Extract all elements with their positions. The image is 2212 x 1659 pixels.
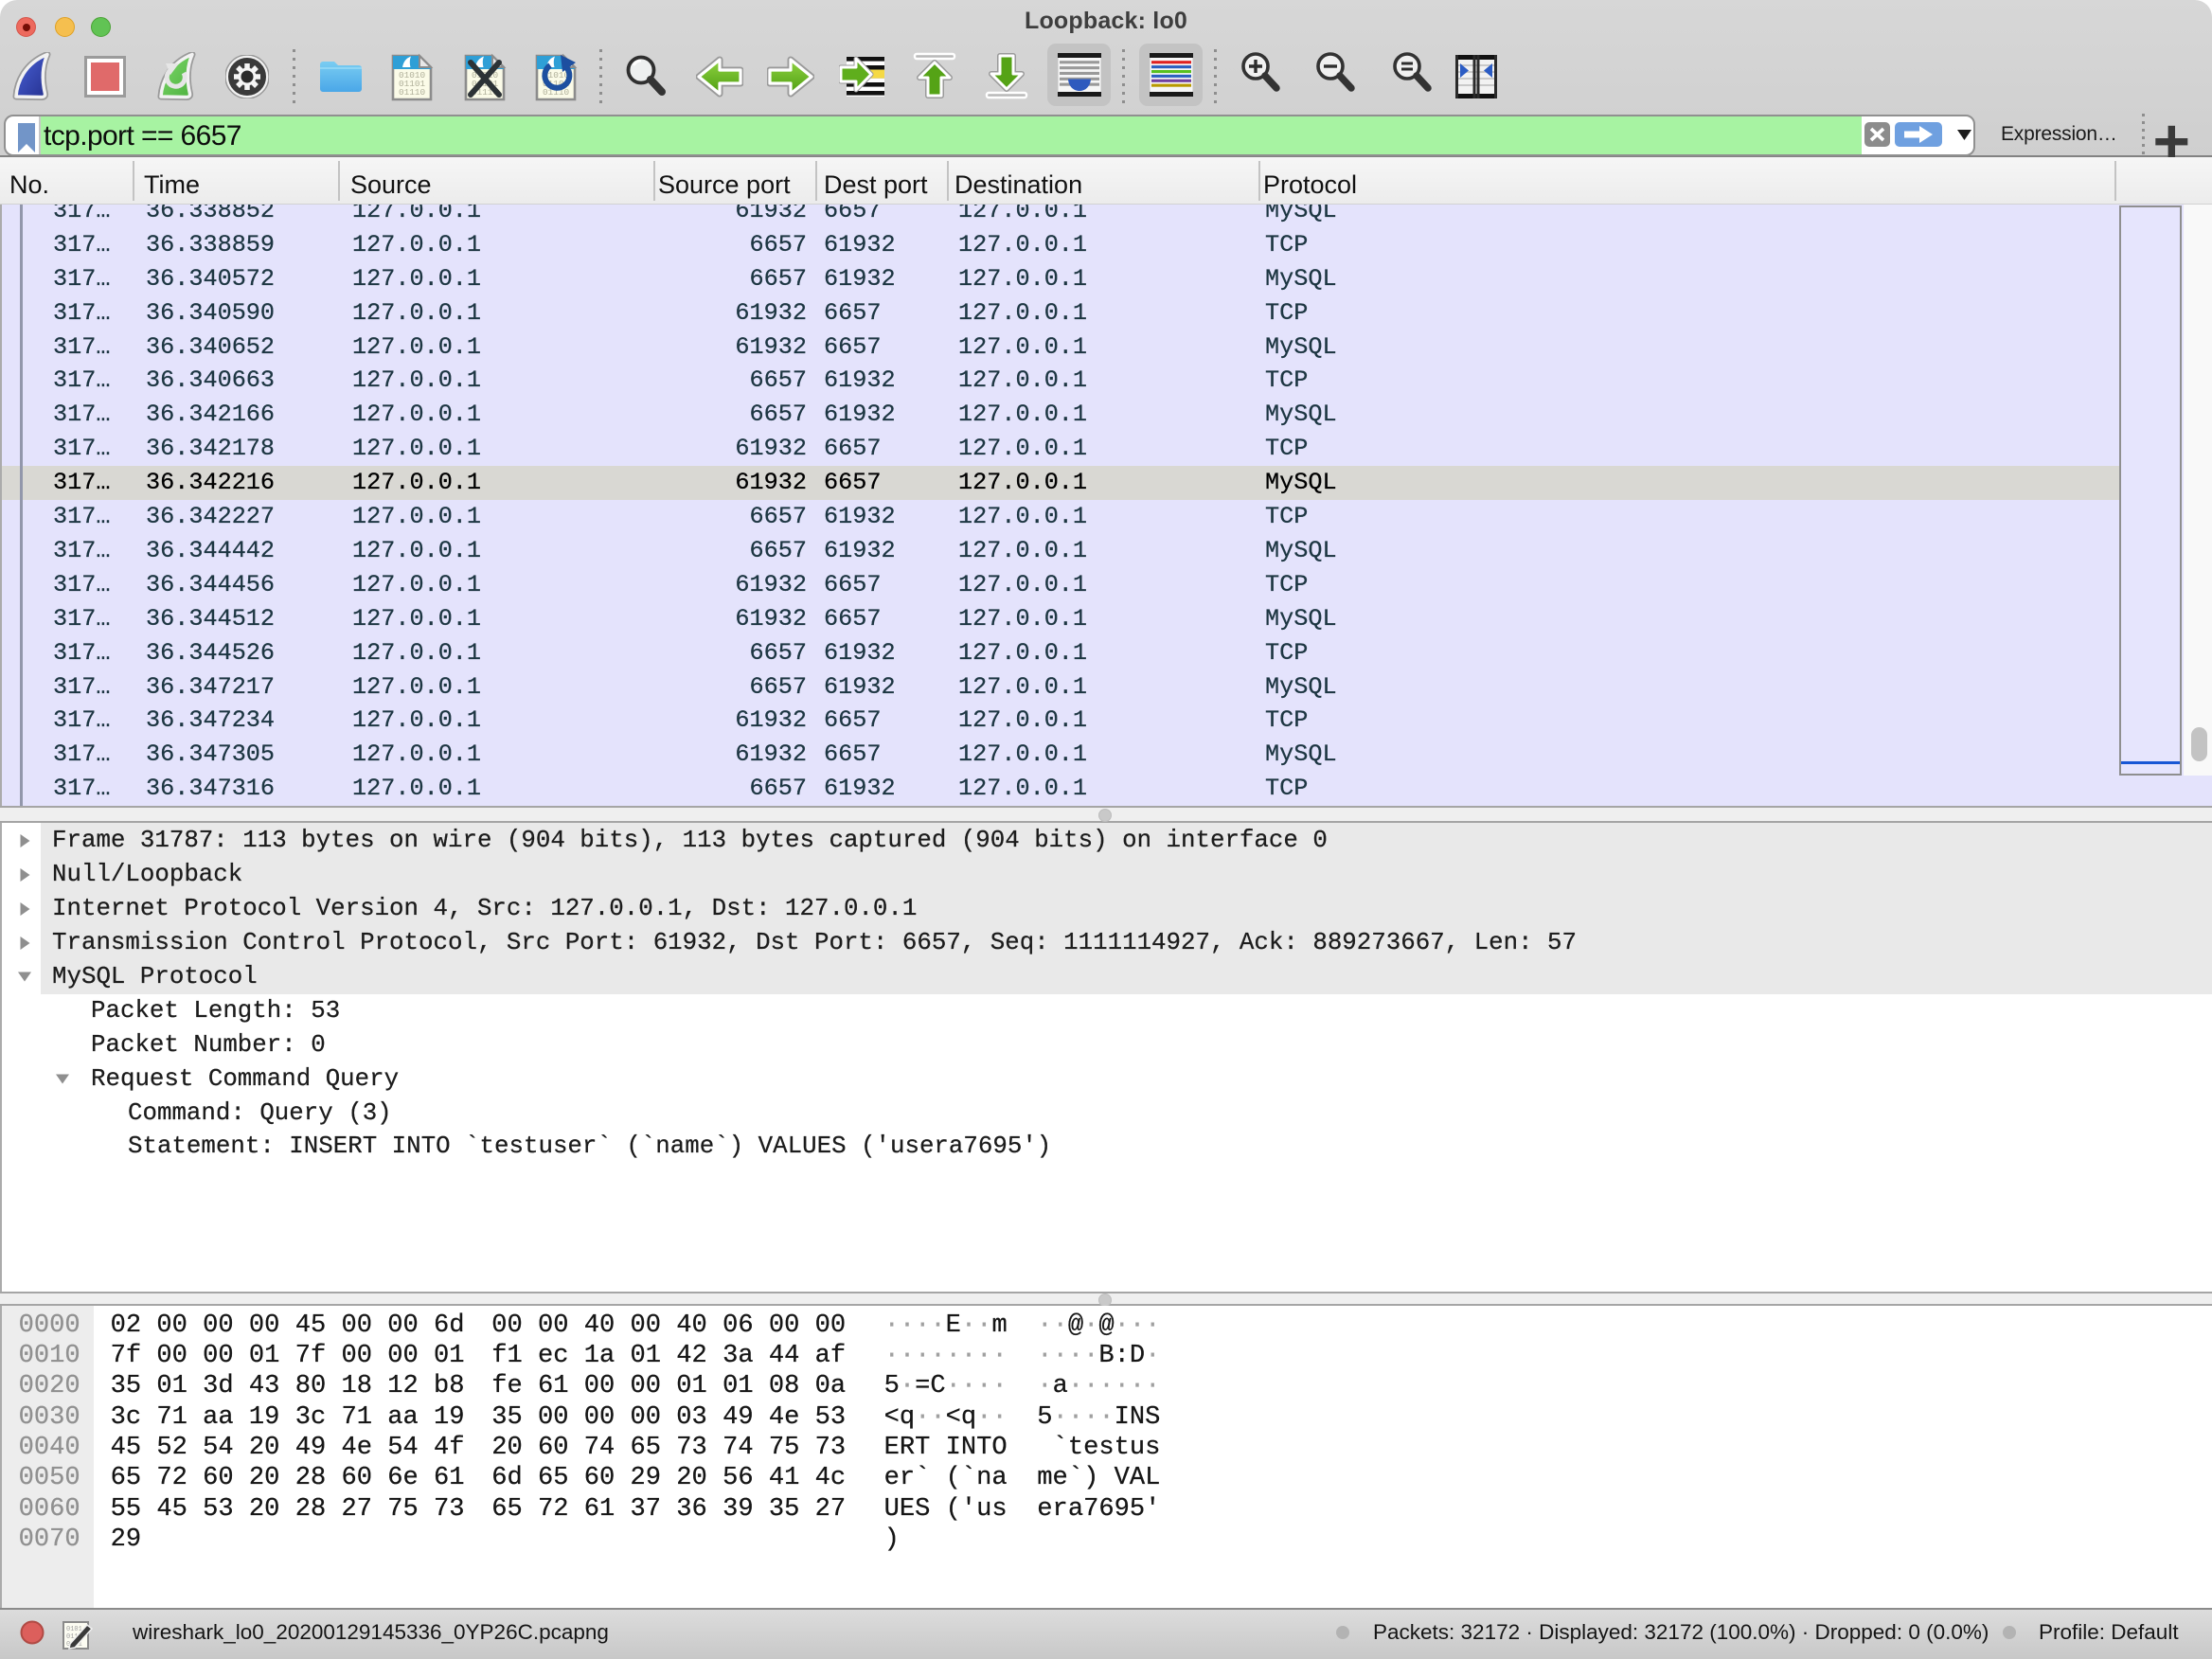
svg-text:01110: 01110 bbox=[399, 87, 426, 98]
